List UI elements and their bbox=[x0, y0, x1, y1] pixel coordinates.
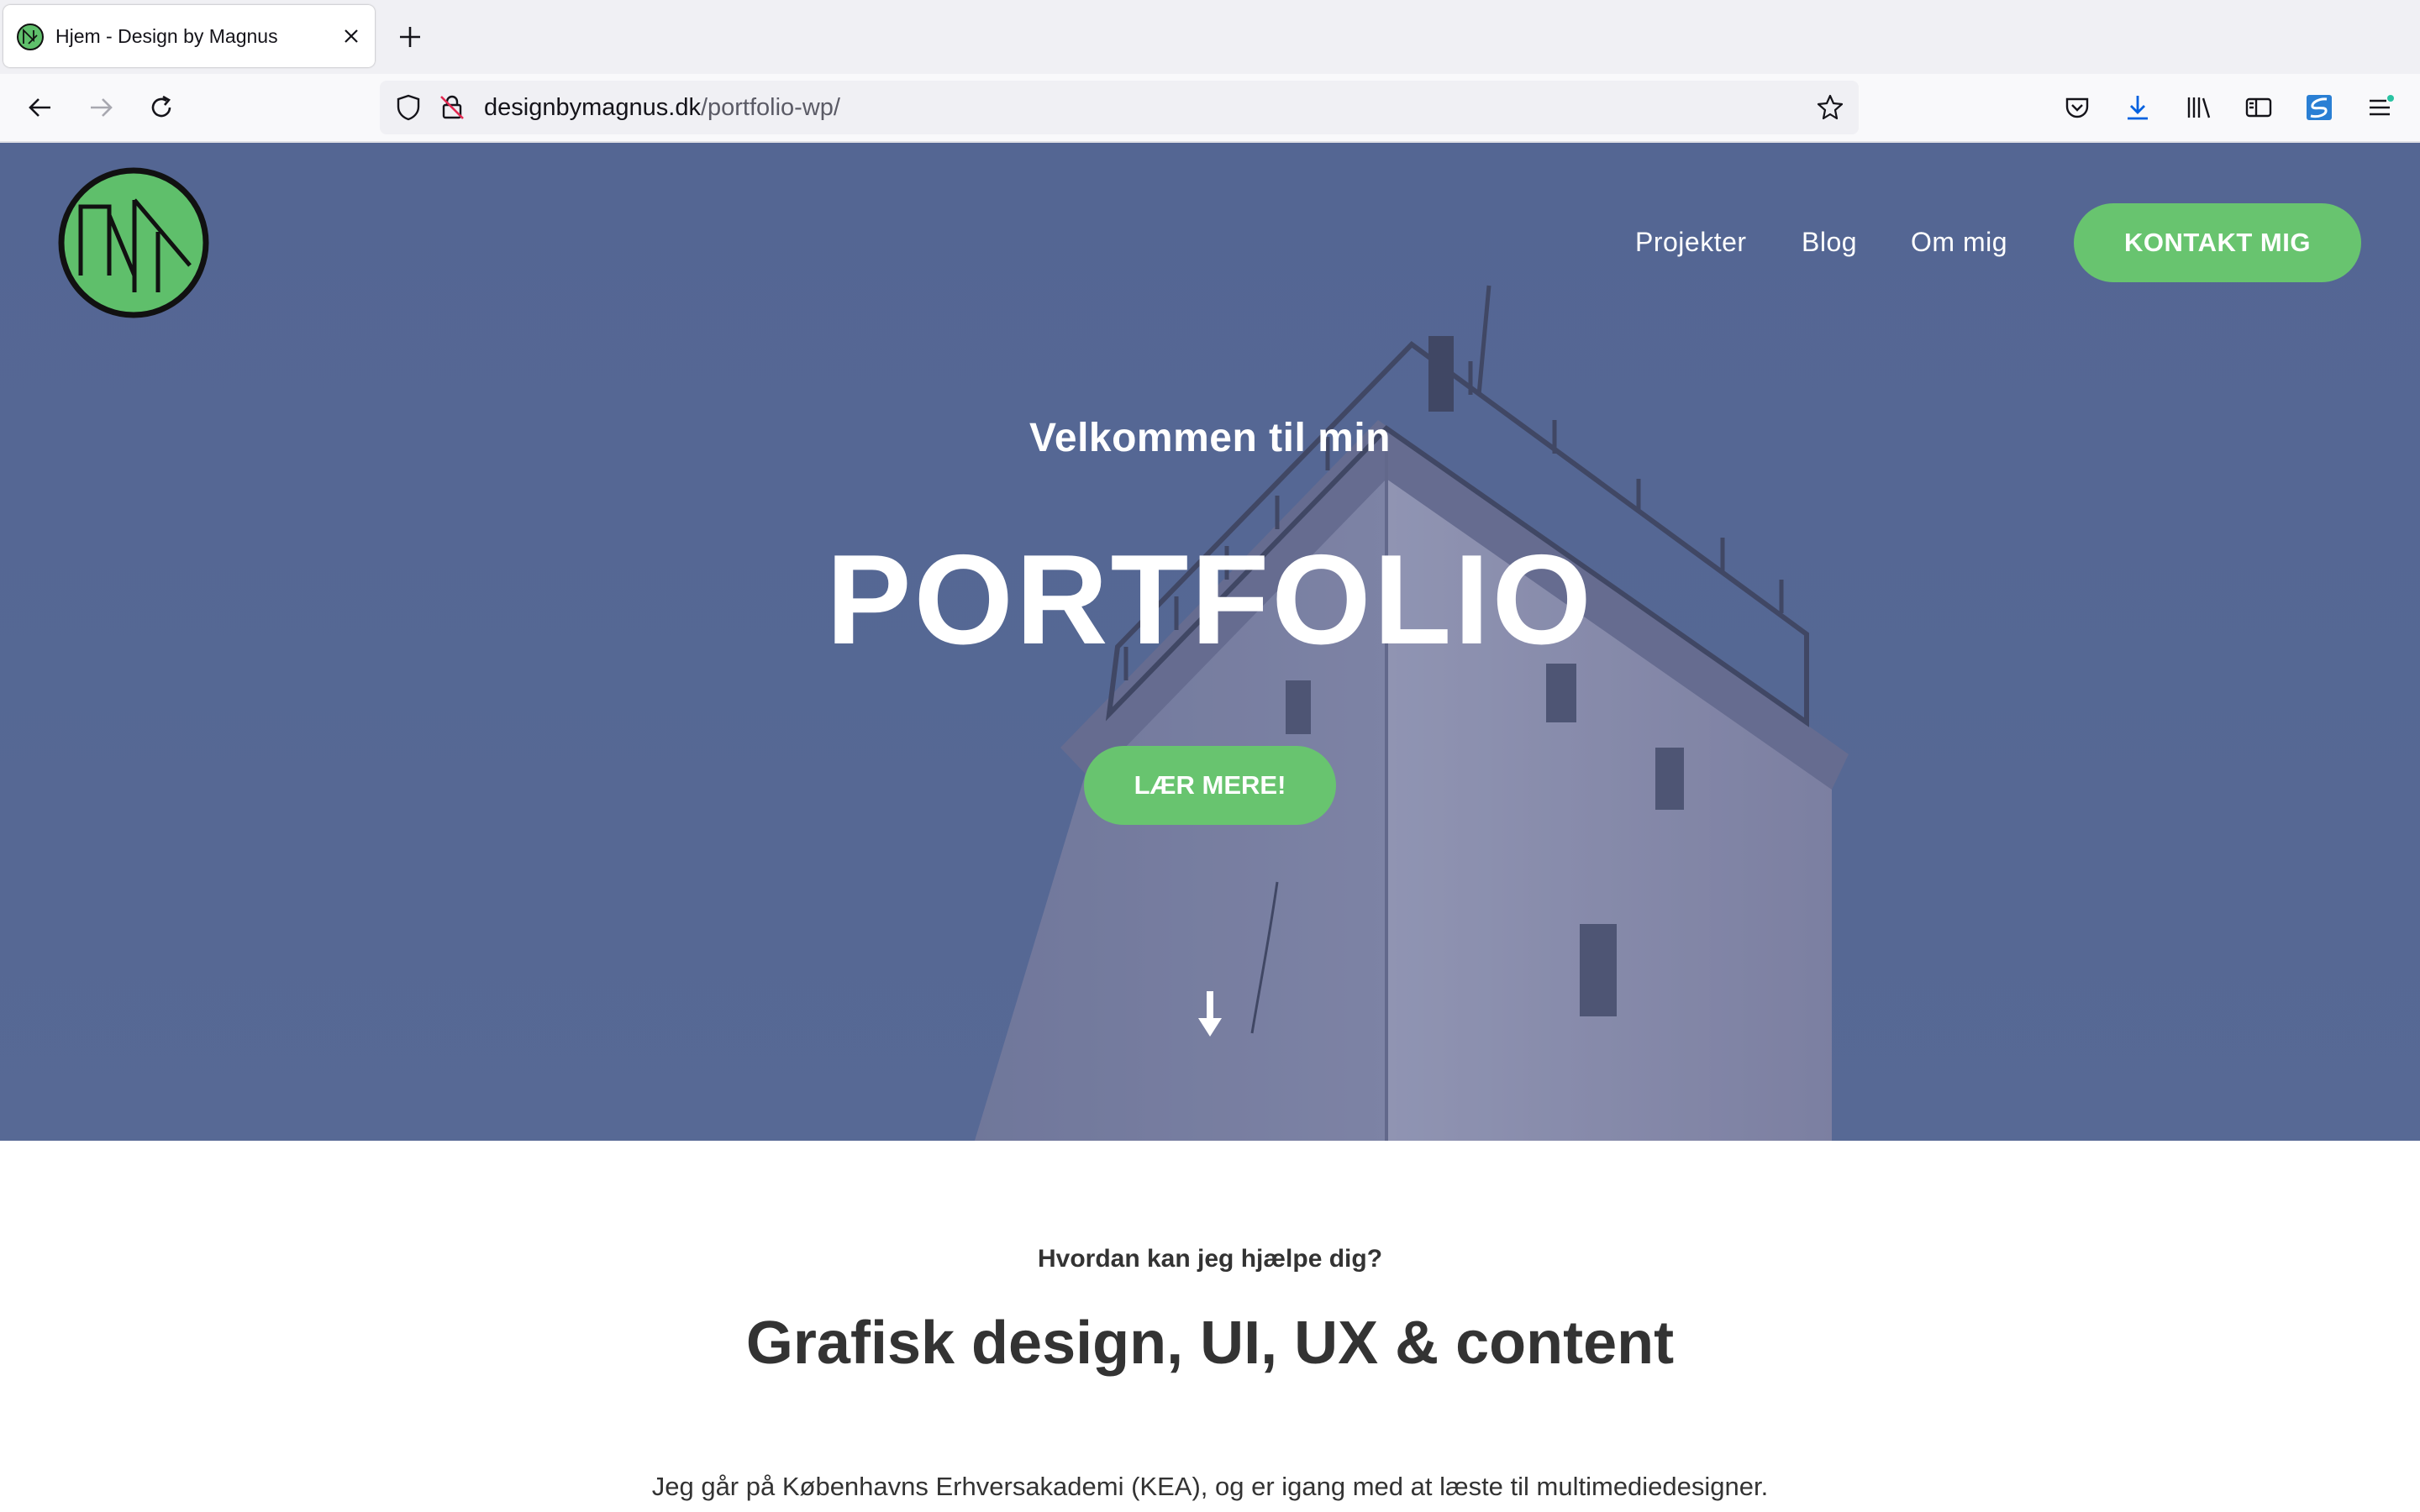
bookmark-star-icon[interactable] bbox=[1815, 92, 1845, 123]
section-headline: Grafisk design, UI, UX & content bbox=[745, 1310, 1675, 1377]
back-arrow-icon[interactable] bbox=[25, 92, 55, 123]
hero-title: PORTFOLIO bbox=[826, 528, 1594, 671]
browser-tab-active[interactable]: Hjem - Design by Magnus bbox=[3, 5, 375, 67]
services-section: Hvordan kan jeg hjælpe dig? Grafisk desi… bbox=[0, 1141, 2420, 1512]
scroll-down-arrow-icon[interactable] bbox=[1195, 991, 1225, 1038]
nav-link-blog[interactable]: Blog bbox=[1802, 227, 1857, 258]
extension-icon[interactable] bbox=[2304, 92, 2334, 123]
close-tab-icon[interactable] bbox=[341, 26, 361, 46]
new-tab-plus-icon[interactable] bbox=[395, 22, 425, 52]
section-eyebrow: Hvordan kan jeg hjælpe dig? bbox=[1037, 1245, 1383, 1273]
reload-icon[interactable] bbox=[146, 92, 176, 123]
url-text: designbymagnus.dk/portfolio-wp/ bbox=[484, 81, 840, 134]
contact-button[interactable]: KONTAKT MIG bbox=[2074, 203, 2361, 282]
browser-tab-bar: Hjem - Design by Magnus bbox=[0, 0, 2420, 74]
url-path: /portfolio-wp/ bbox=[700, 94, 840, 121]
pocket-icon[interactable] bbox=[2062, 92, 2092, 123]
nav-link-om-mig[interactable]: Om mig bbox=[1911, 227, 2007, 258]
sidebar-toggle-icon[interactable] bbox=[2244, 92, 2274, 123]
tracking-shield-icon[interactable] bbox=[393, 92, 424, 123]
hero-welcome-text: Velkommen til min bbox=[1029, 416, 1391, 460]
site-favicon-icon bbox=[17, 24, 44, 50]
learn-more-button[interactable]: LÆR MERE! bbox=[1084, 746, 1336, 825]
forward-arrow-icon[interactable] bbox=[86, 92, 116, 123]
browser-toolbar: designbymagnus.dk/portfolio-wp/ bbox=[0, 74, 2420, 143]
downloads-icon[interactable] bbox=[2123, 92, 2153, 123]
url-domain: designbymagnus.dk bbox=[484, 94, 701, 121]
app-menu-icon[interactable] bbox=[2365, 92, 2395, 123]
library-icon[interactable] bbox=[2183, 92, 2213, 123]
site-logo[interactable] bbox=[57, 166, 210, 319]
tab-title: Hjem - Design by Magnus bbox=[55, 25, 278, 47]
insecure-lock-icon[interactable] bbox=[437, 92, 467, 123]
hero-section: Projekter Blog Om mig KONTAKT MIG Velkom… bbox=[0, 143, 2420, 1141]
nav-link-projekter[interactable]: Projekter bbox=[1635, 227, 1747, 258]
address-bar[interactable]: designbymagnus.dk/portfolio-wp/ bbox=[380, 81, 1859, 134]
section-intro-text: Jeg går på Københavns Erhversakademi (KE… bbox=[651, 1472, 1769, 1501]
